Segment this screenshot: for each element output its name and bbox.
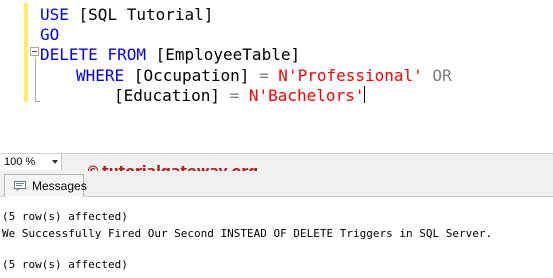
sql-keyword: GO (40, 25, 60, 44)
sql-keyword: USE (40, 5, 69, 24)
tab-label: Messages (32, 179, 87, 193)
sql-identifier: [SQL Tutorial] (68, 5, 214, 24)
sql-identifier: [Education] (114, 86, 230, 105)
sql-operator: OR (422, 66, 452, 85)
message-line: (5 row(s) affected) (2, 258, 128, 271)
results-tab-bar: Messages (0, 171, 553, 197)
sql-operator: = (259, 66, 269, 85)
zoom-value: 100 % (4, 156, 36, 168)
sql-identifier: [Occupation] (124, 66, 260, 85)
dropdown-arrow-icon[interactable] (52, 160, 58, 164)
editor-status-strip: 100 % (0, 153, 553, 171)
collapse-toggle-icon[interactable] (30, 47, 39, 56)
zoom-dropdown[interactable]: 100 % (0, 154, 62, 170)
message-line: (5 row(s) affected) (2, 210, 128, 223)
code-line-2: GO (40, 25, 59, 45)
code-line-5: [Education] = N'Bachelors' (114, 86, 364, 106)
message-line: We Successfully Fired Our Second INSTEAD… (2, 227, 493, 240)
code-line-4: WHERE [Occupation] = N'Professional' OR (76, 66, 452, 86)
message-icon (14, 181, 26, 191)
code-line-1: USE [SQL Tutorial] (40, 5, 213, 25)
sql-string: N'Professional' (268, 66, 423, 85)
change-tracking-bar (24, 3, 28, 102)
text-caret (364, 86, 365, 103)
messages-pane[interactable]: (5 row(s) affected) We Successfully Fire… (0, 197, 553, 278)
sql-keyword: WHERE (76, 66, 125, 85)
outline-guide (35, 58, 40, 102)
sql-keyword: DELETE FROM (40, 45, 146, 64)
sql-identifier: [EmployeeTable] (145, 45, 301, 64)
sql-operator: = (229, 86, 240, 105)
tab-messages[interactable]: Messages (4, 174, 87, 197)
query-editor[interactable]: USE [SQL Tutorial] GO DELETE FROM [Emplo… (0, 0, 553, 153)
sql-string: N'Bachelors' (239, 86, 365, 105)
code-line-3: DELETE FROM [EmployeeTable] (40, 45, 300, 65)
